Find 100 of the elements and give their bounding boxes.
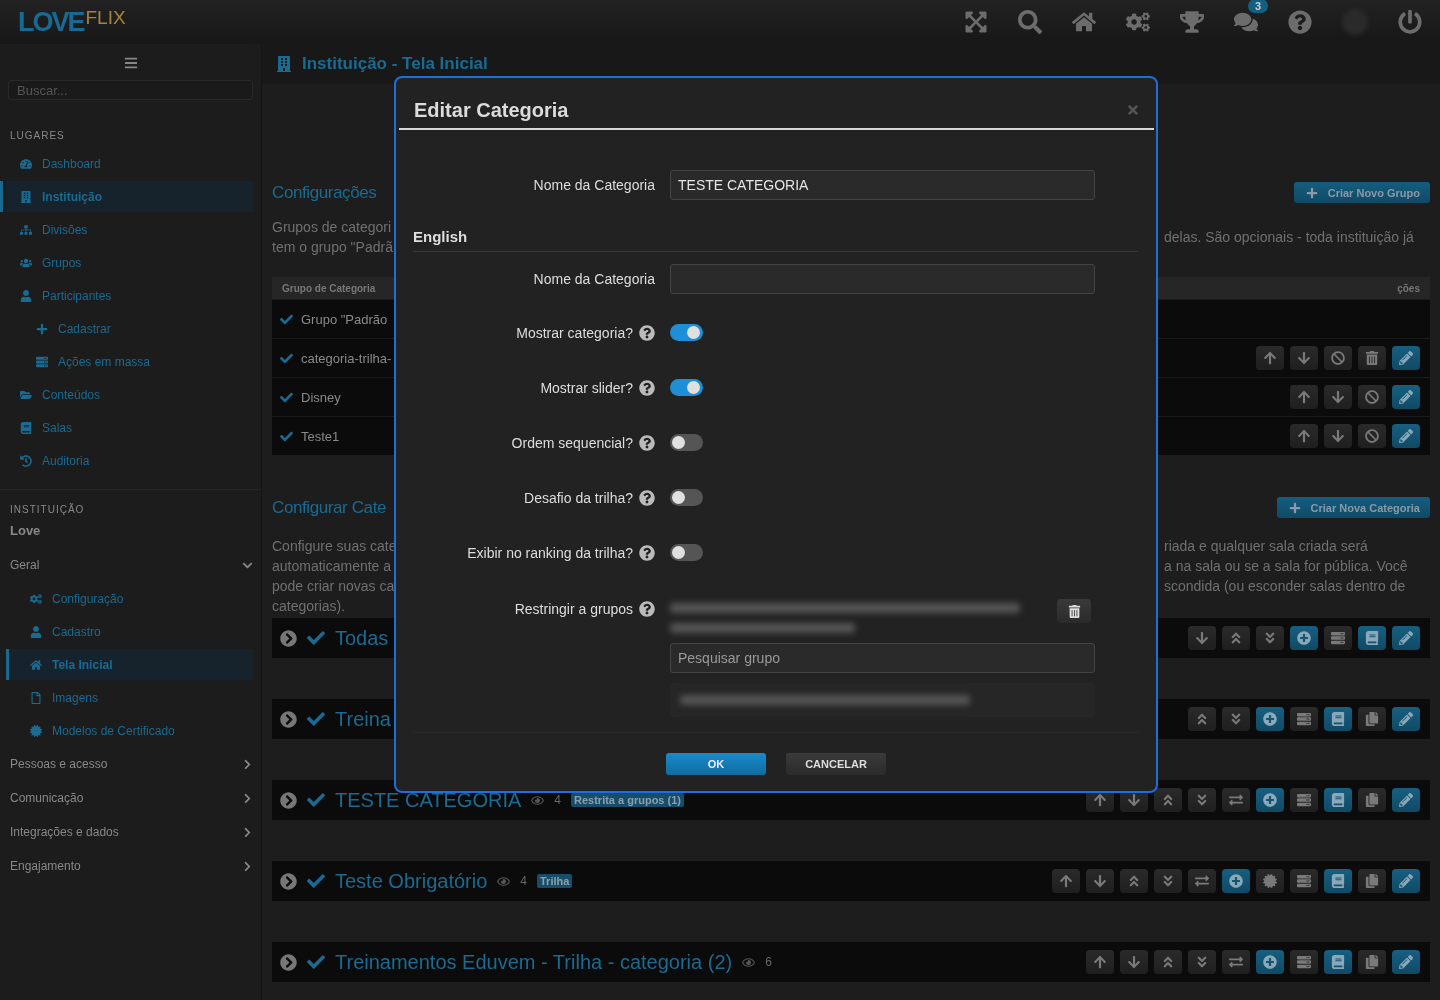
swap-button[interactable] — [1222, 950, 1250, 974]
up-arrow-button[interactable] — [1290, 424, 1318, 448]
pencil-button[interactable] — [1392, 424, 1420, 448]
double-down-button[interactable] — [1188, 950, 1216, 974]
book-button[interactable] — [1324, 788, 1352, 812]
sidebar-group[interactable]: Comunicação — [0, 781, 261, 815]
sidebar-item[interactable]: Auditoria — [0, 445, 253, 476]
swap-button[interactable] — [1222, 788, 1250, 812]
power-icon[interactable] — [1398, 10, 1422, 34]
settings-icon[interactable] — [1126, 10, 1150, 34]
sidebar-item[interactable]: Imagens — [0, 682, 253, 713]
pencil-button[interactable] — [1392, 788, 1420, 812]
pencil-button[interactable] — [1392, 346, 1420, 370]
toggle-switch[interactable] — [670, 379, 703, 396]
double-down-button[interactable] — [1154, 869, 1182, 893]
sidebar-item[interactable]: Configuração — [0, 583, 253, 614]
swap-button[interactable] — [1188, 869, 1216, 893]
double-up-button[interactable] — [1222, 626, 1250, 650]
sidebar-group[interactable]: Engajamento — [0, 849, 261, 883]
block-button[interactable] — [1358, 385, 1386, 409]
toggle-switch[interactable] — [670, 434, 703, 451]
create-category-button[interactable]: Criar Nova Categoria — [1276, 497, 1430, 518]
sidebar-item[interactable]: Conteúdos — [0, 379, 253, 410]
expand-icon[interactable] — [280, 710, 297, 728]
pencil-button[interactable] — [1392, 626, 1420, 650]
book-button[interactable] — [1324, 950, 1352, 974]
copy-button[interactable] — [1358, 869, 1386, 893]
plus-circle-button[interactable] — [1256, 788, 1284, 812]
sidebar-item[interactable]: Divisões — [0, 214, 253, 245]
double-up-button[interactable] — [1154, 950, 1182, 974]
home-icon[interactable] — [1072, 10, 1096, 34]
chat-icon[interactable] — [1234, 10, 1258, 34]
double-down-button[interactable] — [1222, 707, 1250, 731]
text-field[interactable] — [670, 264, 1095, 294]
sidebar-item[interactable]: Dashboard — [0, 148, 253, 179]
sidebar-group[interactable]: Geral — [0, 548, 261, 582]
expand-icon[interactable] — [280, 872, 297, 890]
sidebar-item[interactable]: Ações em massa — [0, 346, 253, 377]
sidebar-item[interactable]: Grupos — [0, 247, 253, 278]
sidebar-group[interactable]: Pessoas e acesso — [0, 747, 261, 781]
down-arrow-button[interactable] — [1324, 424, 1352, 448]
sidebar-item[interactable]: Salas — [0, 412, 253, 443]
book-button[interactable] — [1324, 869, 1352, 893]
down-arrow-button[interactable] — [1188, 626, 1216, 650]
down-arrow-button[interactable] — [1324, 385, 1352, 409]
double-down-button[interactable] — [1256, 626, 1284, 650]
text-field[interactable]: TESTE CATEGORIA — [670, 170, 1095, 200]
sidebar-item[interactable]: Cadastrar — [0, 313, 253, 344]
toggle-switch[interactable] — [670, 489, 703, 506]
search-icon[interactable] — [1018, 10, 1042, 34]
stack-button[interactable] — [1290, 788, 1318, 812]
ok-button[interactable]: OK — [666, 753, 766, 775]
menu-icon[interactable] — [123, 56, 138, 70]
copy-button[interactable] — [1358, 788, 1386, 812]
toggle-switch[interactable] — [670, 544, 703, 561]
up-arrow-button[interactable] — [1052, 869, 1080, 893]
up-arrow-button[interactable] — [1256, 346, 1284, 370]
plus-circle-button[interactable] — [1222, 869, 1250, 893]
group-search-field[interactable]: Pesquisar grupo — [670, 643, 1095, 673]
search-field[interactable]: Buscar... — [8, 80, 253, 100]
up-arrow-button[interactable] — [1086, 950, 1114, 974]
book-button[interactable] — [1358, 626, 1386, 650]
down-arrow-button[interactable] — [1120, 950, 1148, 974]
block-button[interactable] — [1358, 424, 1386, 448]
remove-group-button[interactable] — [1057, 599, 1091, 623]
expand-icon[interactable] — [280, 791, 297, 809]
fullscreen-icon[interactable] — [964, 10, 988, 34]
help-icon[interactable] — [1288, 10, 1312, 34]
stack-button[interactable] — [1324, 626, 1352, 650]
down-arrow-button[interactable] — [1086, 869, 1114, 893]
sidebar-item[interactable]: Participantes — [0, 280, 253, 311]
stack-button[interactable] — [1290, 869, 1318, 893]
trophy-icon[interactable] — [1180, 10, 1204, 34]
down-arrow-button[interactable] — [1290, 346, 1318, 370]
double-up-button[interactable] — [1154, 788, 1182, 812]
stack-button[interactable] — [1290, 950, 1318, 974]
trash-button[interactable] — [1358, 346, 1386, 370]
create-group-button[interactable]: Criar Novo Grupo — [1293, 182, 1430, 203]
double-down-button[interactable] — [1188, 788, 1216, 812]
sidebar-item[interactable]: Modelos de Certificado — [0, 715, 253, 746]
sidebar-item[interactable]: Cadastro — [0, 616, 253, 647]
copy-button[interactable] — [1358, 707, 1386, 731]
pencil-button[interactable] — [1392, 869, 1420, 893]
up-arrow-button[interactable] — [1290, 385, 1318, 409]
seal-button[interactable] — [1256, 869, 1284, 893]
copy-button[interactable] — [1358, 950, 1386, 974]
double-up-button[interactable] — [1120, 869, 1148, 893]
block-button[interactable] — [1324, 346, 1352, 370]
plus-circle-button[interactable] — [1256, 707, 1284, 731]
pencil-button[interactable] — [1392, 385, 1420, 409]
stack-button[interactable] — [1290, 707, 1318, 731]
pencil-button[interactable] — [1392, 707, 1420, 731]
sidebar-item[interactable]: Instituição — [0, 181, 253, 212]
plus-circle-button[interactable] — [1290, 626, 1318, 650]
toggle-switch[interactable] — [670, 324, 703, 341]
plus-circle-button[interactable] — [1256, 950, 1284, 974]
expand-icon[interactable] — [280, 629, 297, 647]
cancel-button[interactable]: CANCELAR — [786, 753, 886, 775]
close-button[interactable] — [1126, 103, 1140, 117]
double-up-button[interactable] — [1188, 707, 1216, 731]
